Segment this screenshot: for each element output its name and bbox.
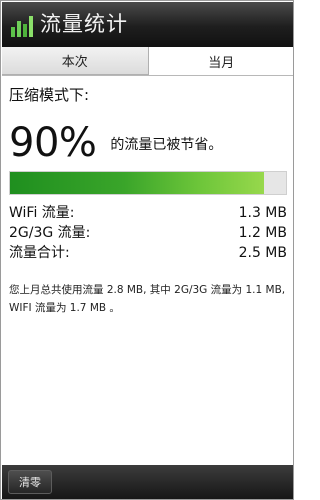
app-window: 流量统计 本次 当月 压缩模式下: 90% 的流量已被节省。 WiFi 流量: … <box>0 0 294 500</box>
stat-row-mobile: 2G/3G 流量: 1.2 MB <box>9 223 287 243</box>
page-title: 流量统计 <box>40 12 128 36</box>
tab-this-month[interactable]: 当月 <box>148 47 293 75</box>
stat-row-wifi: WiFi 流量: 1.3 MB <box>9 203 287 223</box>
savings-progress-fill <box>10 172 264 194</box>
bar-chart-icon <box>10 15 34 37</box>
stat-value: 1.3 MB <box>238 205 287 221</box>
stat-value: 2.5 MB <box>238 245 287 261</box>
mode-heading: 压缩模式下: <box>9 86 90 104</box>
stat-label: 2G/3G 流量: <box>9 225 91 241</box>
main-content: 压缩模式下: 90% 的流量已被节省。 WiFi 流量: 1.3 MB 2G/3… <box>9 85 289 314</box>
savings-summary: 90% 的流量已被节省。 <box>9 121 222 165</box>
title-bar: 流量统计 <box>2 2 293 47</box>
savings-label: 的流量已被节省。 <box>110 137 223 153</box>
tab-bar: 本次 当月 <box>2 47 293 76</box>
savings-percent: 90% <box>9 120 97 166</box>
reset-button[interactable]: 清零 <box>8 470 52 494</box>
bottom-toolbar: 清零 <box>2 465 293 499</box>
stat-label: WiFi 流量: <box>9 205 75 221</box>
monthly-usage-note: 您上月总共使用流量 2.8 MB, 其中 2G/3G 流量为 1.1 MB, W… <box>9 284 286 314</box>
savings-progress-bar <box>9 171 287 195</box>
stat-label: 流量合计: <box>9 245 70 261</box>
stat-value: 1.2 MB <box>238 225 287 241</box>
usage-stats: WiFi 流量: 1.3 MB 2G/3G 流量: 1.2 MB 流量合计: 2… <box>9 203 287 263</box>
tab-current-session[interactable]: 本次 <box>2 47 149 75</box>
stat-row-total: 流量合计: 2.5 MB <box>9 243 287 263</box>
